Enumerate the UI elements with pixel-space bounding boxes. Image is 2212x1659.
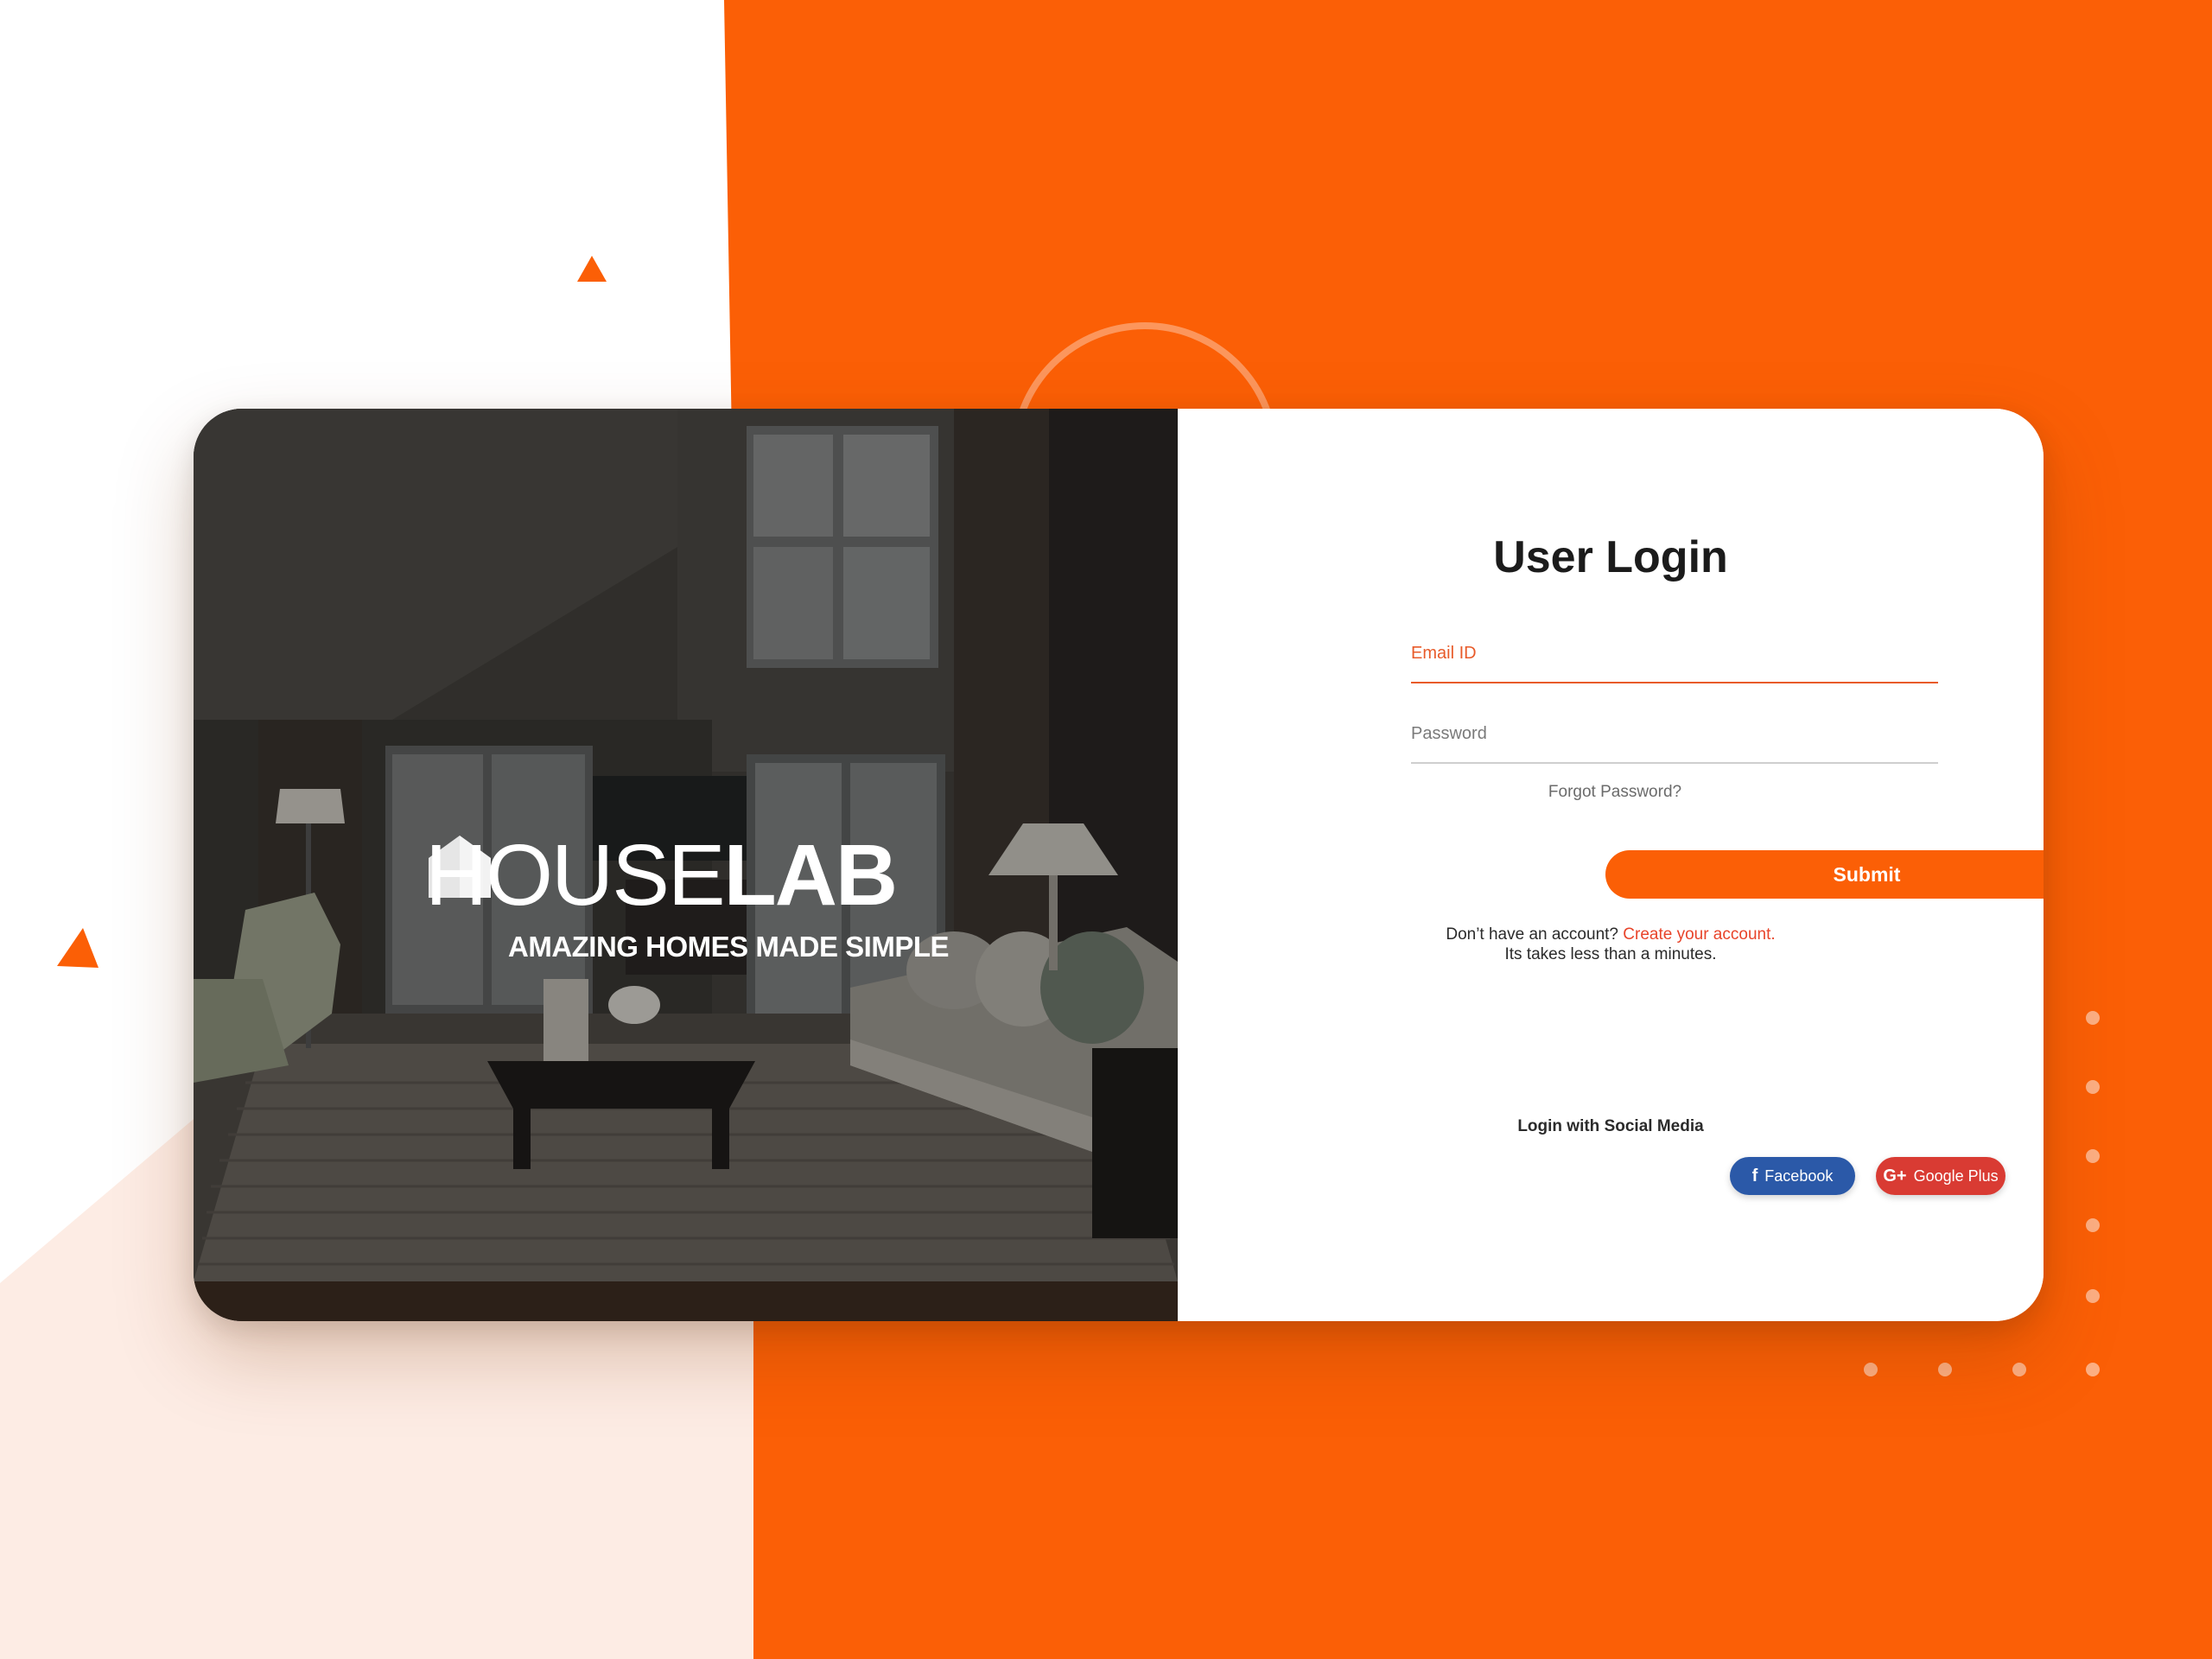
facebook-label: Facebook <box>1764 1166 1834 1185</box>
dot <box>1864 1363 1878 1376</box>
email-underline <box>1411 682 1938 683</box>
living-room-photo: HOUSE LAB AMAZING HOMES MADE SIMPLE <box>194 409 1178 1321</box>
forgot-password-link[interactable]: Forgot Password? <box>1178 783 2044 802</box>
dot <box>1938 1363 1952 1376</box>
signup-note: Its takes less than a minutes. <box>1504 945 1717 963</box>
facebook-button[interactable]: f Facebook <box>1730 1157 1855 1195</box>
google-plus-button[interactable]: G+ Google Plus <box>1876 1157 2005 1195</box>
triangle-decoration <box>57 928 99 968</box>
google-plus-label: Google Plus <box>1913 1166 1999 1185</box>
dot <box>2012 1363 2026 1376</box>
password-underline <box>1411 762 1938 764</box>
login-panel: User Login Forgot Password? Submit Don’t… <box>1178 409 2044 1321</box>
brand-block: HOUSE LAB AMAZING HOMES MADE SIMPLE <box>425 832 1134 963</box>
email-field-wrapper <box>1411 623 1938 683</box>
dot <box>2086 1218 2100 1232</box>
brand-name-lab: LAB <box>723 827 899 924</box>
password-field[interactable] <box>1411 703 1938 764</box>
signup-text: Don’t have an account? Create your accou… <box>1178 925 2044 964</box>
email-field[interactable] <box>1411 623 1938 683</box>
google-plus-icon: G+ <box>1883 1166 1907 1185</box>
social-login-title: Login with Social Media <box>1517 1117 1704 1135</box>
password-field-wrapper <box>1411 703 1938 764</box>
brand-tagline: AMAZING HOMES MADE SIMPLE <box>508 931 950 963</box>
facebook-icon: f <box>1751 1166 1758 1185</box>
house-icon <box>429 836 491 898</box>
dot <box>2086 1363 2100 1376</box>
page-title: User Login <box>1493 532 1728 582</box>
submit-button[interactable]: Submit <box>1605 850 2044 899</box>
dot <box>2086 1149 2100 1163</box>
triangle-decoration <box>577 256 607 282</box>
dot <box>2086 1289 2100 1303</box>
dot <box>2086 1080 2100 1094</box>
signup-prompt: Don’t have an account? <box>1446 925 1618 944</box>
login-card: HOUSE LAB AMAZING HOMES MADE SIMPLE User… <box>194 409 2044 1321</box>
create-account-link[interactable]: Create your account. <box>1623 925 1775 944</box>
dot <box>2086 1011 2100 1025</box>
